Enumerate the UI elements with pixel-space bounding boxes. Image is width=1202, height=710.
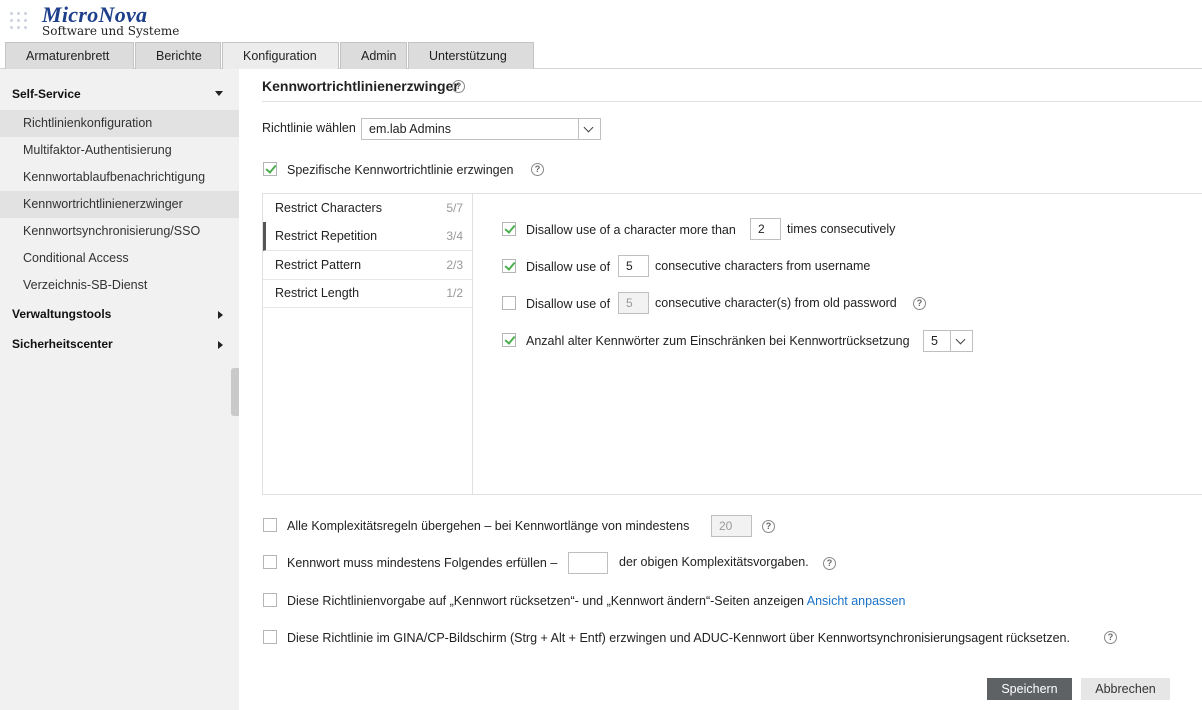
show-on-reset-pages-checkbox[interactable]	[263, 593, 277, 607]
override-complexity-checkbox[interactable]	[263, 518, 277, 532]
sidebar-section-label: Sicherheitscenter	[12, 337, 113, 351]
tab-unterstuetzung[interactable]: Unterstützung	[408, 42, 534, 69]
username-chars-checkbox[interactable]	[502, 259, 516, 273]
password-history-value: 5	[931, 334, 938, 348]
customize-view-link[interactable]: Ansicht anpassen	[807, 594, 906, 608]
min-requirements-label: Kennwort muss mindestens Folgendes erfül…	[287, 556, 558, 570]
min-requirements-checkbox[interactable]	[263, 555, 277, 569]
override-complexity-label: Alle Komplexitätsregeln übergehen – bei …	[287, 519, 690, 533]
username-chars-input[interactable]: 5	[618, 255, 649, 277]
vtab-count: 2/3	[446, 258, 463, 272]
restriction-tabs: Restrict Characters 5/7 Restrict Repetit…	[263, 194, 473, 494]
tab-admin[interactable]: Admin	[340, 42, 407, 69]
sidebar-section-verwaltungstools[interactable]: Verwaltungstools	[12, 307, 227, 321]
restriction-panel: Restrict Characters 5/7 Restrict Repetit…	[262, 193, 1202, 495]
password-history-checkbox[interactable]	[502, 333, 516, 347]
sidebar-section-label: Self-Service	[12, 87, 81, 101]
tab-konfiguration[interactable]: Konfiguration	[222, 42, 339, 69]
caret-down-icon	[215, 91, 223, 96]
password-history-label: Anzahl alter Kennwörter zum Einschränken…	[526, 334, 910, 348]
help-icon[interactable]: ?	[1104, 631, 1117, 644]
vtab-label: Restrict Characters	[275, 201, 382, 215]
sidebar-section-self-service[interactable]: Self-Service	[12, 87, 227, 101]
show-on-reset-pages-text: Diese Richtlinienvorgabe auf „Kennwort r…	[287, 594, 804, 608]
caret-right-icon	[218, 341, 223, 349]
tab-armaturenbrett[interactable]: Armaturenbrett	[5, 42, 134, 69]
sidebar-collapse-handle[interactable]	[231, 368, 239, 416]
sidebar-item-richtlinienkonfiguration[interactable]: Richtlinienkonfiguration	[0, 110, 239, 137]
vtab-label: Restrict Repetition	[275, 229, 378, 243]
enforce-gina-label: Diese Richtlinie im GINA/CP-Bildschirm (…	[287, 631, 1070, 645]
password-history-select[interactable]: 5	[923, 330, 973, 352]
vtab-label: Restrict Pattern	[275, 258, 362, 272]
username-chars-label: Disallow use of	[526, 260, 611, 274]
enforce-policy-label: Spezifische Kennwortrichtlinie erzwingen	[287, 163, 514, 177]
policy-select-label: Richtlinie wählen	[262, 121, 356, 135]
vtab-restrict-characters[interactable]: Restrict Characters 5/7	[263, 194, 472, 223]
main-nav-tabs: Armaturenbrett Berichte Konfiguration Ad…	[5, 42, 535, 69]
policy-select[interactable]: em.lab Admins	[361, 118, 601, 140]
show-on-reset-pages-label: Diese Richtlinienvorgabe auf „Kennwort r…	[287, 594, 905, 608]
min-requirements-suffix: der obigen Komplexitätsvorgaben.	[619, 555, 809, 569]
cancel-button[interactable]: Abbrechen	[1081, 678, 1170, 700]
vtab-label: Restrict Length	[275, 286, 360, 300]
save-button[interactable]: Speichern	[987, 678, 1072, 700]
help-icon[interactable]: ?	[531, 163, 544, 176]
app-header: MicroNova Software und Systeme Armaturen…	[0, 0, 1202, 69]
sidebar: Self-Service Richtlinienkonfiguration Mu…	[0, 69, 239, 710]
help-icon[interactable]: ?	[452, 80, 465, 93]
sidebar-item-kennwortablauf[interactable]: Kennwortablaufbenachrichtigung	[0, 164, 239, 191]
vtab-count: 3/4	[446, 229, 463, 243]
sidebar-item-conditional-access[interactable]: Conditional Access	[0, 245, 239, 272]
repeat-char-suffix: times consecutively	[787, 222, 896, 236]
sidebar-item-verzeichnis[interactable]: Verzeichnis-SB-Dienst	[0, 272, 239, 299]
chevron-down-icon	[578, 119, 600, 139]
vtab-restrict-pattern[interactable]: Restrict Pattern 2/3	[263, 251, 472, 280]
vtab-count: 1/2	[446, 286, 463, 300]
min-requirements-input[interactable]	[568, 552, 608, 574]
logo-subtitle: Software und Systeme	[42, 24, 180, 38]
repeat-char-checkbox[interactable]	[502, 222, 516, 236]
old-password-checkbox[interactable]	[502, 296, 516, 310]
tab-berichte[interactable]: Berichte	[135, 42, 221, 69]
help-icon[interactable]: ?	[762, 520, 775, 533]
app-grid-icon[interactable]	[10, 12, 30, 34]
old-password-suffix: consecutive character(s) from old passwo…	[655, 296, 897, 310]
chevron-down-icon	[950, 331, 972, 351]
old-password-label: Disallow use of	[526, 297, 611, 311]
main-content: Kennwortrichtlinienerzwinger ? Richtlini…	[239, 69, 1202, 710]
help-icon[interactable]: ?	[913, 297, 926, 310]
enforce-policy-checkbox[interactable]	[263, 162, 277, 176]
repeat-char-label: Disallow use of a character more than	[526, 223, 736, 237]
vtab-restrict-length[interactable]: Restrict Length 1/2	[263, 279, 472, 308]
vtab-count: 5/7	[446, 201, 463, 215]
repeat-char-input[interactable]: 2	[750, 218, 781, 240]
old-password-input[interactable]: 5	[618, 292, 649, 314]
sidebar-item-kennwortsynchronisierung[interactable]: Kennwortsynchronisierung/SSO	[0, 218, 239, 245]
sidebar-item-kennwortrichtlinienerzwinger[interactable]: Kennwortrichtlinienerzwinger	[0, 191, 239, 218]
enforce-gina-checkbox[interactable]	[263, 630, 277, 644]
sidebar-section-label: Verwaltungstools	[12, 307, 112, 321]
sidebar-section-sicherheitscenter[interactable]: Sicherheitscenter	[12, 337, 227, 351]
help-icon[interactable]: ?	[823, 557, 836, 570]
sidebar-item-multifaktor[interactable]: Multifaktor-Authentisierung	[0, 137, 239, 164]
policy-select-value: em.lab Admins	[369, 122, 451, 136]
override-length-input[interactable]: 20	[711, 515, 752, 537]
vtab-restrict-repetition[interactable]: Restrict Repetition 3/4	[263, 222, 472, 251]
username-chars-suffix: consecutive characters from username	[655, 259, 871, 273]
divider	[262, 101, 1202, 102]
page-title: Kennwortrichtlinienerzwinger	[262, 78, 459, 94]
caret-right-icon	[218, 311, 223, 319]
